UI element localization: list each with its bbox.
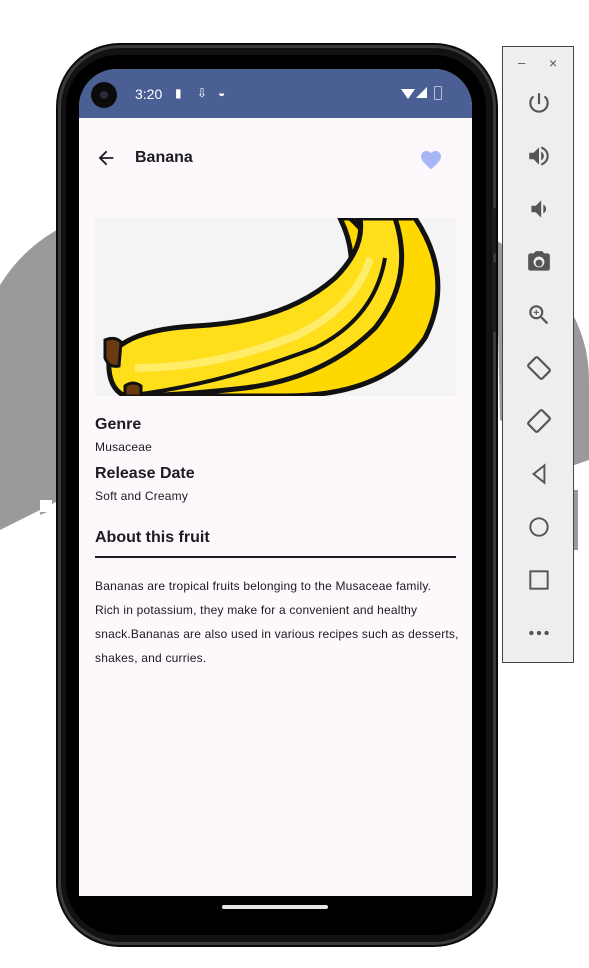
banana-illustration (95, 218, 456, 396)
screenshot-button[interactable] (521, 244, 557, 280)
genre-value: Musaceae (95, 440, 152, 454)
about-description: Bananas are tropical fruits belonging to… (95, 579, 459, 665)
favorite-heart-icon[interactable] (419, 148, 443, 172)
zoom-icon (529, 305, 549, 325)
rotate-left-icon (527, 356, 551, 380)
close-button[interactable]: × (549, 55, 557, 71)
more-button[interactable] (521, 615, 557, 651)
phone-power-button[interactable] (492, 208, 496, 254)
sync-icon: ◒ (218, 86, 226, 100)
back-arrow-icon[interactable] (95, 147, 117, 169)
volume-down-icon (531, 200, 547, 218)
wifi-icon (401, 89, 415, 99)
power-icon (529, 93, 549, 113)
sd-card-icon: ▮ (175, 86, 182, 100)
rotate-left-button[interactable] (521, 350, 557, 386)
minimize-button[interactable]: – (518, 55, 525, 70)
power-button[interactable] (521, 85, 557, 121)
gesture-nav-handle[interactable] (222, 905, 328, 909)
volume-up-icon (529, 146, 549, 166)
download-icon: ⇩ (197, 86, 208, 100)
home-button[interactable] (521, 509, 557, 545)
volume-up-button[interactable] (521, 138, 557, 174)
battery-icon (434, 86, 442, 100)
phone-screen: 3:20 ▮ ⇩ ◒ Banana Genre Musaceae Release… (79, 69, 472, 896)
release-date-label: Release Date (95, 465, 195, 482)
camera-icon (528, 251, 550, 271)
about-divider (95, 556, 456, 558)
back-triangle-icon (532, 463, 546, 485)
volume-down-button[interactable] (521, 191, 557, 227)
phone-volume-button[interactable] (492, 262, 496, 332)
about-section-title: About this fruit (95, 529, 210, 546)
zoom-button[interactable] (521, 297, 557, 333)
overview-square-icon (529, 570, 549, 590)
release-date-value: Soft and Creamy (95, 489, 189, 503)
page-title: Banana (135, 149, 193, 166)
top-app-bar: Banana (79, 118, 472, 202)
rotate-right-button[interactable] (521, 403, 557, 439)
emulator-control-panel: – × (502, 46, 574, 663)
back-button[interactable] (521, 456, 557, 492)
signal-icon (416, 87, 427, 98)
overview-button[interactable] (521, 562, 557, 598)
front-camera (91, 82, 117, 108)
status-time: 3:20 (135, 86, 163, 102)
genre-label: Genre (95, 416, 142, 433)
home-circle-icon (529, 517, 549, 537)
rotate-right-icon (527, 409, 551, 433)
status-bar: 3:20 ▮ ⇩ ◒ (79, 69, 472, 118)
fruit-image (95, 218, 456, 396)
more-dots-icon (529, 630, 549, 636)
